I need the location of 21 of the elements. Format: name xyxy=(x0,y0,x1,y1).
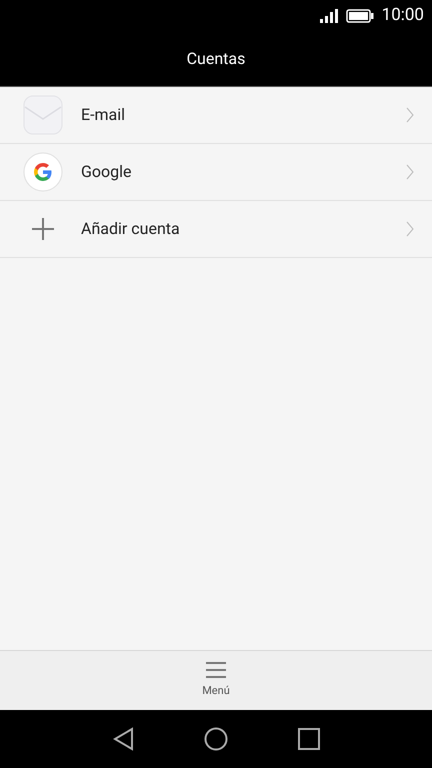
row-label: E-mail xyxy=(81,104,126,126)
plus-icon xyxy=(31,217,55,241)
clock: 10:00 xyxy=(382,4,424,28)
account-row[interactable]: Google xyxy=(0,144,432,201)
battery-icon xyxy=(346,9,374,23)
home-icon[interactable] xyxy=(204,727,228,751)
envelope-icon xyxy=(23,95,63,135)
chevron-icon xyxy=(406,164,414,180)
menu-button[interactable]: Menú xyxy=(0,650,432,710)
account-row[interactable]: Añadir cuenta xyxy=(0,201,432,258)
row-label: Google xyxy=(81,161,133,183)
g-logo-icon xyxy=(23,152,63,192)
recents-icon[interactable] xyxy=(298,728,320,750)
account-row[interactable]: E-mail xyxy=(0,87,432,144)
screen-title: Cuentas xyxy=(186,48,246,70)
row-label: Añadir cuenta xyxy=(81,218,181,240)
chevron-icon xyxy=(406,221,414,237)
signal-icon xyxy=(320,9,338,23)
chevron-icon xyxy=(406,107,414,123)
back-icon[interactable] xyxy=(112,727,134,751)
menu-icon xyxy=(205,661,227,680)
